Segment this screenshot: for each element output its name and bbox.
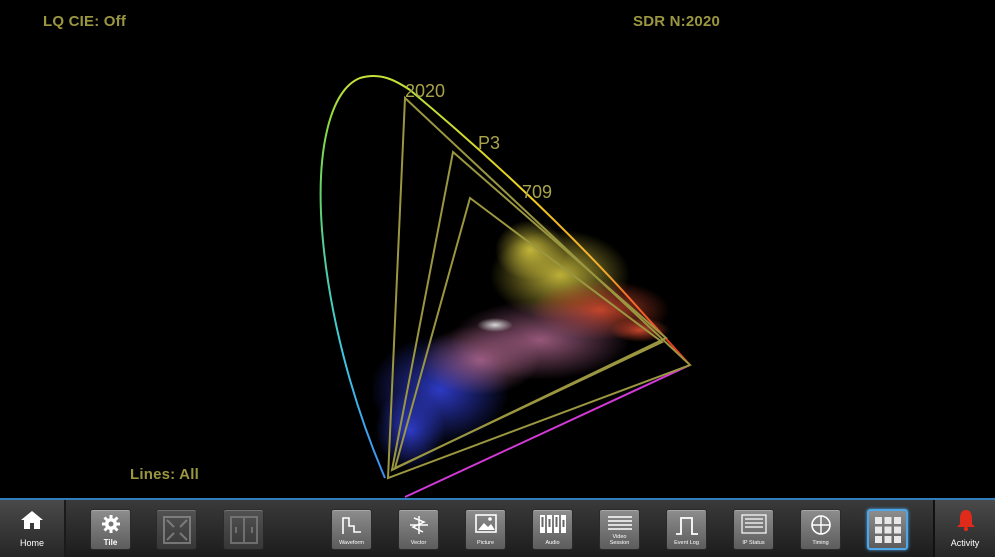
timing-label: Timing (812, 540, 829, 546)
expand-icon (162, 516, 191, 544)
split-view-icon (229, 516, 258, 544)
picture-button[interactable]: Picture (465, 509, 506, 550)
audio-button[interactable]: Audio (532, 509, 573, 550)
ip-status-button[interactable]: IP Status (733, 509, 774, 550)
list-icon (607, 516, 632, 530)
event-log-button[interactable]: Event Log (666, 509, 707, 550)
event-log-label: Event Log (674, 540, 699, 546)
crosshair-icon (810, 515, 831, 535)
picture-icon (474, 514, 497, 533)
cie-chromaticity-plot: 2020 P3 709 (319, 74, 692, 498)
ip-status-label: IP Status (742, 540, 765, 546)
bottom-toolbar: Home Tile Waveform Vector Picture Audio … (0, 498, 995, 557)
pulse-icon (675, 517, 698, 535)
home-icon (21, 511, 43, 529)
vector-label: Vector (410, 540, 427, 546)
grid-icon (874, 517, 901, 543)
expand-button[interactable] (156, 509, 197, 550)
waveform-label: Waveform (339, 540, 364, 546)
vector-button[interactable]: Vector (398, 509, 439, 550)
activity-label: Activity (950, 538, 980, 548)
tile-button[interactable]: Tile (90, 509, 131, 550)
gear-icon (101, 515, 120, 533)
split-view-button[interactable] (223, 509, 264, 550)
video-session-button[interactable]: Video Session (599, 509, 640, 550)
home-label: Home (19, 538, 44, 548)
audio-label: Audio (545, 540, 560, 546)
ip-list-icon (740, 514, 767, 534)
gamut-2020-label: 2020 (405, 81, 445, 101)
gamut-709-label: 709 (522, 182, 552, 202)
gamut-p3-label: P3 (478, 133, 500, 153)
activity-button[interactable]: Activity (933, 500, 995, 557)
bell-icon (957, 510, 975, 532)
picture-label: Picture (476, 540, 495, 546)
waveform-button[interactable]: Waveform (331, 509, 372, 550)
waveform-icon (341, 517, 361, 534)
timing-button[interactable]: Timing (800, 509, 841, 550)
audio-meters-icon (539, 515, 566, 533)
grid-layout-button[interactable] (867, 509, 908, 550)
vector-icon (409, 516, 428, 534)
tile-label: Tile (103, 538, 118, 547)
home-button[interactable]: Home (0, 500, 66, 557)
video-session-label: Video Session (609, 534, 630, 546)
